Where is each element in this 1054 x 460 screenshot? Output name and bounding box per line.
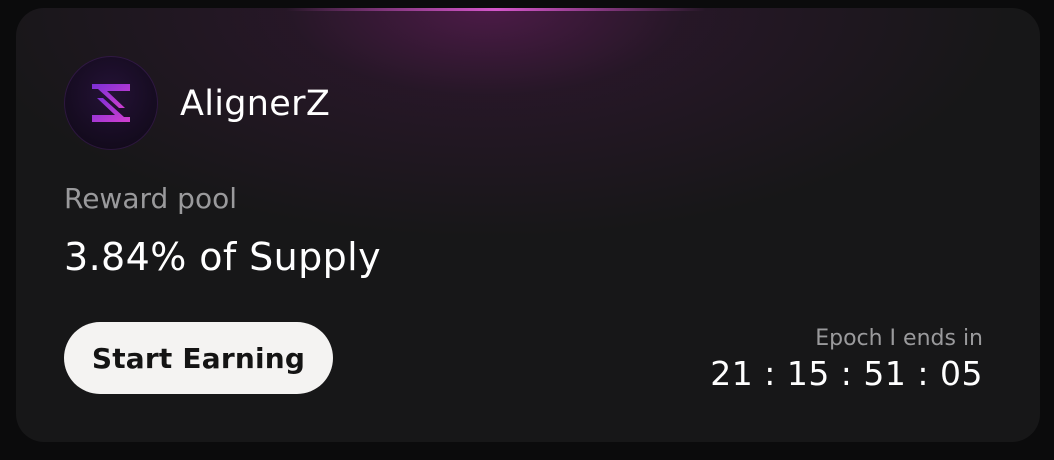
reward-card: AlignerZ Reward pool 3.84% of Supply Sta… xyxy=(16,8,1040,442)
alignerz-logo-icon xyxy=(64,56,158,150)
epoch-label: Epoch I ends in xyxy=(815,326,983,351)
top-glow-accent xyxy=(286,8,706,11)
reward-pool-value: 3.84% of Supply xyxy=(64,235,381,279)
reward-pool-label: Reward pool xyxy=(64,182,237,215)
epoch-countdown: 21 : 15 : 51 : 05 xyxy=(710,354,983,393)
brand-name: AlignerZ xyxy=(180,84,331,124)
start-earning-button[interactable]: Start Earning xyxy=(64,322,333,394)
